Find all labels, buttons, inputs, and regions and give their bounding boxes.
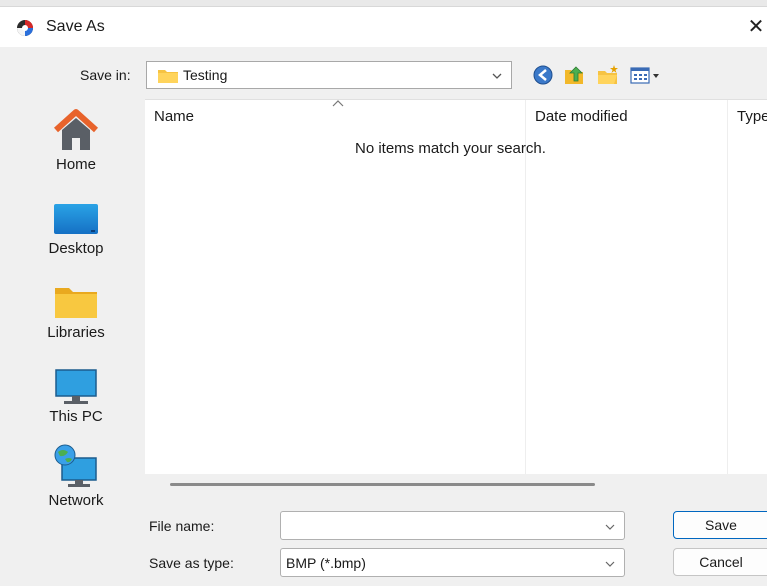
save-as-type-label: Save as type: (149, 555, 234, 571)
cancel-button[interactable]: Cancel (673, 548, 767, 576)
column-header-date-modified[interactable]: Date modified (535, 108, 628, 125)
save-in-combo[interactable]: Testing (146, 61, 512, 89)
column-divider (727, 100, 728, 475)
file-name-combo[interactable] (280, 511, 625, 540)
column-header-name[interactable]: Name (154, 108, 194, 125)
window-top-edge (0, 0, 767, 7)
place-home[interactable]: Home (12, 98, 140, 178)
place-label: Network (48, 492, 104, 509)
home-icon (53, 109, 99, 150)
view-menu-icon (630, 67, 659, 84)
place-this-pc[interactable]: This PC (12, 350, 140, 430)
new-folder-button[interactable] (596, 64, 620, 86)
save-in-label: Save in: (80, 67, 131, 83)
save-as-type-select[interactable]: BMP (*.bmp) (280, 548, 625, 577)
close-button[interactable]: ✕ (745, 13, 767, 41)
file-list[interactable]: Name Date modified Type No items match y… (145, 99, 767, 475)
back-button[interactable] (532, 64, 556, 86)
title-bar: Save As ✕ (0, 7, 767, 47)
place-label: Home (55, 156, 96, 173)
up-folder-icon (565, 66, 583, 84)
close-icon: ✕ (747, 16, 765, 38)
chevron-down-icon (492, 73, 502, 79)
back-icon (533, 65, 553, 85)
window-title: Save As (46, 18, 105, 35)
place-label: Desktop (48, 240, 104, 257)
file-name-input[interactable] (281, 512, 601, 539)
folder-icon (158, 70, 178, 83)
horizontal-scrollbar[interactable] (145, 474, 767, 494)
new-folder-icon (598, 65, 618, 84)
sort-ascending-icon (332, 100, 344, 107)
chevron-down-icon[interactable] (604, 521, 616, 533)
place-libraries[interactable]: Libraries (12, 266, 140, 346)
column-header-type[interactable]: Type (737, 108, 767, 125)
save-as-dialog: Save As ✕ Save in: Testing Home Desktop … (0, 0, 767, 586)
place-label: This PC (49, 408, 103, 425)
app-icon (17, 20, 33, 36)
places-bar: Home Desktop Libraries This PC Network (12, 98, 140, 528)
file-name-label: File name: (149, 518, 215, 534)
up-folder-button[interactable] (563, 64, 587, 86)
save-button[interactable]: Save (673, 511, 767, 539)
libraries-icon (55, 288, 97, 318)
desktop-icon (54, 204, 98, 234)
scrollbar-thumb[interactable] (170, 483, 595, 486)
chevron-down-icon (605, 561, 615, 567)
place-label: Libraries (47, 324, 105, 341)
place-network[interactable]: Network (12, 434, 140, 514)
save-in-value: Testing (183, 67, 228, 83)
place-desktop[interactable]: Desktop (12, 182, 140, 262)
computer-icon (55, 369, 97, 404)
network-icon (54, 444, 97, 487)
empty-message: No items match your search. (355, 140, 546, 157)
save-as-type-value: BMP (*.bmp) (286, 555, 366, 571)
view-menu-button[interactable] (629, 64, 665, 86)
